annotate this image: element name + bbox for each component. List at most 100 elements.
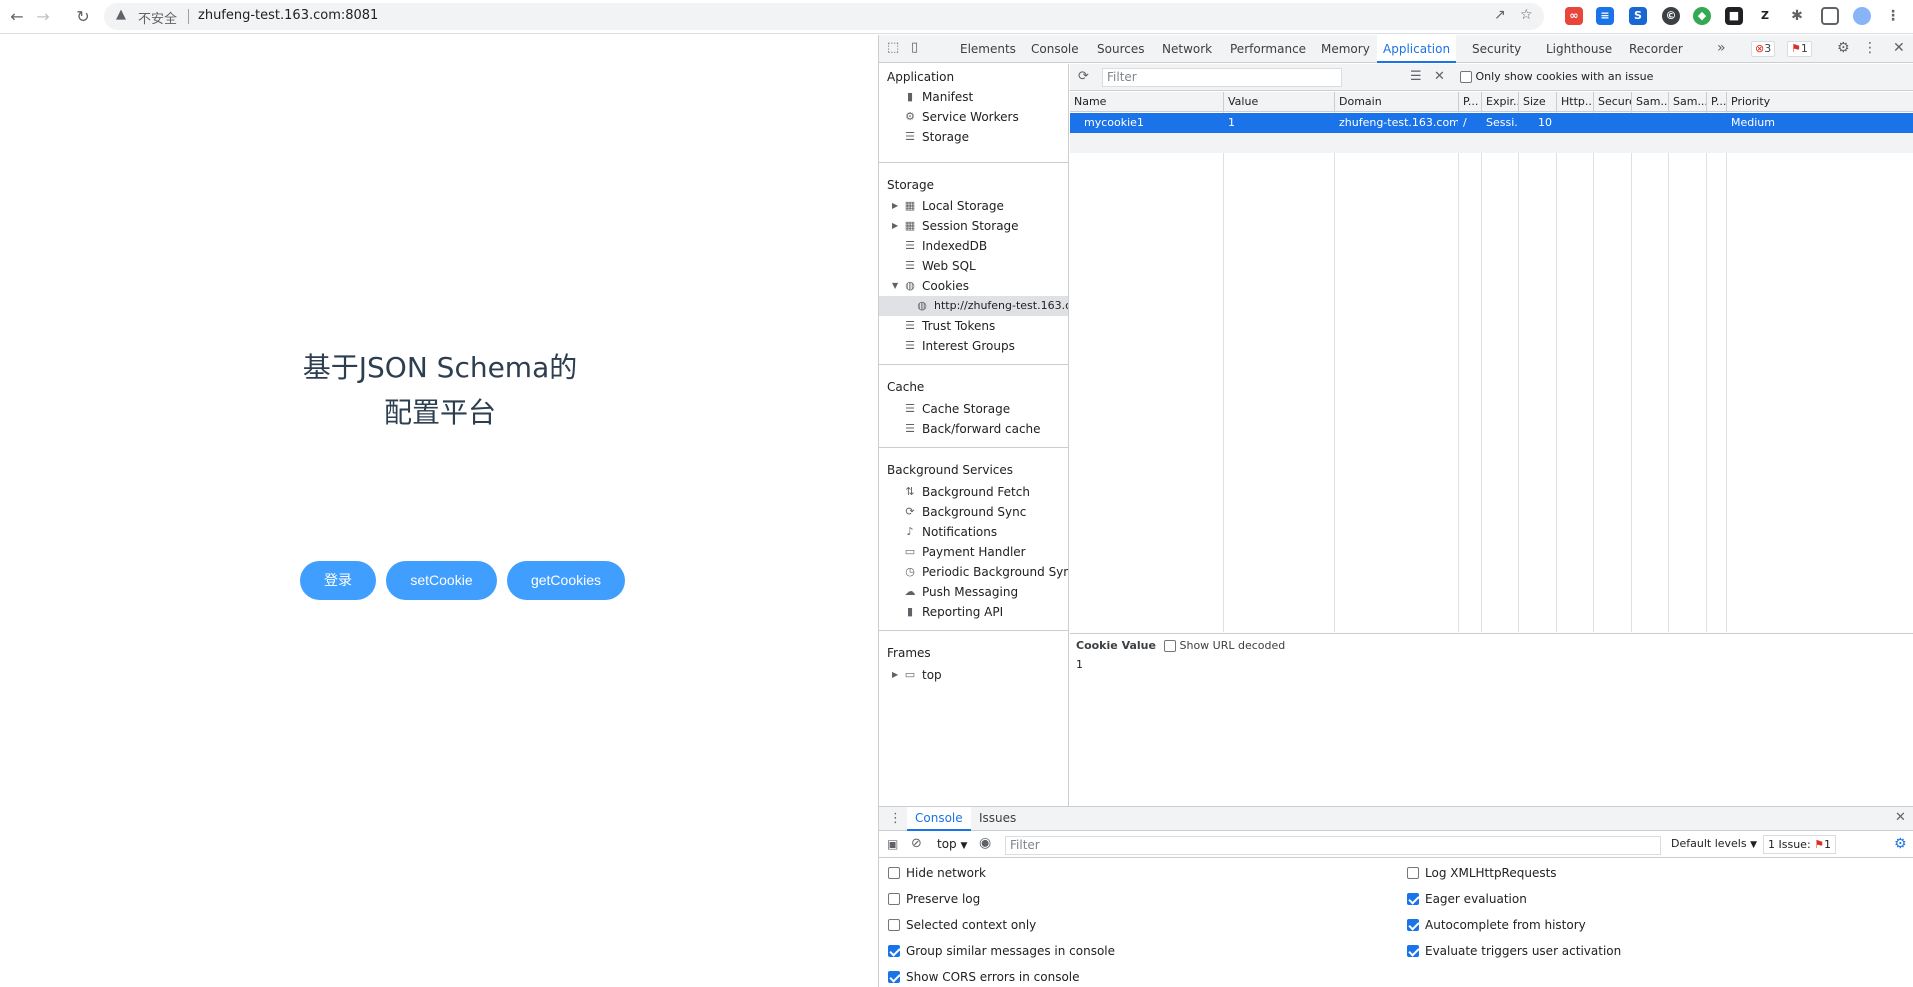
tab-memory[interactable]: Memory — [1321, 35, 1370, 63]
checkbox-box[interactable] — [1407, 918, 1419, 931]
close-devtools-icon[interactable]: ✕ — [1893, 40, 1905, 56]
tab-performance[interactable]: Performance — [1230, 35, 1306, 63]
sidebar-item-background-fetch[interactable]: ⇅ Background Fetch — [879, 482, 1068, 502]
tab-lighthouse[interactable]: Lighthouse — [1546, 35, 1612, 63]
issue-badge[interactable]: ⚑1 — [1787, 41, 1812, 57]
col-secure[interactable]: Secure — [1594, 92, 1632, 112]
cell-priority[interactable]: Medium — [1727, 113, 1827, 133]
refresh-icon[interactable]: ⟳ — [1078, 69, 1089, 84]
col-path[interactable]: P... — [1459, 92, 1482, 112]
get-cookies-button[interactable]: getCookies — [507, 561, 625, 600]
col-samesite[interactable]: Sam... — [1632, 92, 1669, 112]
sidebar-item-cookies[interactable]: ▼ ◍ Cookies — [879, 276, 1068, 296]
bookmark-star-icon[interactable]: ☆ — [1520, 7, 1533, 23]
sidebar-item-notifications[interactable]: ♪ Notifications — [879, 522, 1068, 542]
set-cookie-button[interactable]: setCookie — [386, 561, 497, 600]
share-icon[interactable]: ↗ — [1494, 7, 1506, 23]
sidebar-item-cache-storage[interactable]: ☰ Cache Storage — [879, 399, 1068, 419]
devtools-menu-icon[interactable]: ⋮ — [1863, 40, 1877, 56]
forward-icon[interactable]: → — [32, 6, 54, 28]
col-httponly[interactable]: Http... — [1557, 92, 1594, 112]
drawer-tab-issues[interactable]: Issues — [979, 807, 1016, 831]
cell-domain[interactable]: zhufeng-test.163.com — [1335, 113, 1458, 133]
console-filter-input[interactable]: Filter — [1005, 836, 1661, 855]
extension-icon-5[interactable]: ◆ — [1693, 7, 1711, 25]
drawer-menu-icon[interactable]: ⋮ — [889, 811, 902, 826]
sidebar-item-storage[interactable]: ☰ Storage — [879, 127, 1068, 147]
extension-icon-3[interactable]: S — [1629, 7, 1647, 25]
tab-application[interactable]: Application — [1377, 35, 1457, 63]
col-domain[interactable]: Domain — [1335, 92, 1459, 112]
only-issue-checkbox[interactable]: Only show cookies with an issue — [1460, 70, 1653, 83]
sidebar-item-reporting-api[interactable]: ▮ Reporting API — [879, 602, 1068, 622]
col-name[interactable]: Name — [1070, 92, 1224, 112]
insecure-label[interactable]: 不安全 — [138, 8, 177, 27]
sidebar-item-frame-top[interactable]: ▶ ▭ top — [879, 665, 1068, 685]
error-badge[interactable]: ⊗3 — [1751, 41, 1776, 57]
col-size[interactable]: Size — [1519, 92, 1557, 112]
sidebar-item-indexeddb[interactable]: ☰ IndexedDB — [879, 236, 1068, 256]
back-icon[interactable]: ← — [6, 6, 28, 28]
col-partition[interactable]: P... — [1707, 92, 1727, 112]
sidebar-item-trust-tokens[interactable]: ☰ Trust Tokens — [879, 316, 1068, 336]
address-bar[interactable]: ▲ 不安全 zhufeng-test.163.com:8081 ↗ ☆ — [104, 3, 1544, 30]
sidebar-item-periodic-sync[interactable]: ◷ Periodic Background Sync — [879, 562, 1068, 582]
console-setting-right-0[interactable]: Log XMLHttpRequests — [1407, 864, 1557, 882]
cell-name[interactable]: mycookie1 — [1080, 113, 1220, 133]
sidebar-item-background-sync[interactable]: ⟳ Background Sync — [879, 502, 1068, 522]
login-button[interactable]: 登录 — [300, 561, 376, 600]
console-setting-left-2[interactable]: Selected context only — [888, 916, 1036, 934]
extension-icon-7[interactable]: Z — [1756, 7, 1774, 25]
sidebar-item-payment-handler[interactable]: ▭ Payment Handler — [879, 542, 1068, 562]
expand-arrow-icon[interactable]: ▶ — [892, 665, 898, 685]
col-expires[interactable]: Expir... — [1482, 92, 1519, 112]
checkbox-box[interactable] — [888, 944, 900, 957]
tab-elements[interactable]: Elements — [960, 35, 1016, 63]
checkbox-box[interactable] — [1407, 944, 1419, 957]
clear-filtered-icon[interactable]: ☰ — [1410, 69, 1422, 84]
console-setting-left-3[interactable]: Group similar messages in console — [888, 942, 1115, 960]
tab-console[interactable]: Console — [1031, 35, 1079, 63]
tab-sources[interactable]: Sources — [1097, 35, 1144, 63]
tab-network[interactable]: Network — [1162, 35, 1212, 63]
warning-icon[interactable]: ▲ — [116, 7, 126, 22]
tab-security[interactable]: Security — [1472, 35, 1521, 63]
checkbox-box[interactable] — [888, 970, 900, 983]
sidebar-item-push-messaging[interactable]: ☁ Push Messaging — [879, 582, 1068, 602]
side-panel-icon[interactable] — [1821, 7, 1839, 25]
sidebar-item-web-sql[interactable]: ☰ Web SQL — [879, 256, 1068, 276]
close-drawer-icon[interactable]: ✕ — [1895, 810, 1906, 825]
sidebar-item-manifest[interactable]: ▮ Manifest — [879, 87, 1068, 107]
avatar[interactable] — [1853, 7, 1871, 25]
extensions-puzzle-icon[interactable]: ✱ — [1788, 7, 1806, 25]
extension-icon-6[interactable]: ■ — [1725, 7, 1743, 25]
console-setting-right-3[interactable]: Evaluate triggers user activation — [1407, 942, 1621, 960]
cell-path[interactable]: / — [1459, 113, 1481, 133]
collapse-arrow-icon[interactable]: ▼ — [892, 276, 898, 296]
col-priority[interactable]: Priority — [1727, 92, 1913, 112]
expand-arrow-icon[interactable]: ▶ — [892, 196, 898, 216]
more-tabs-icon[interactable]: » — [1717, 40, 1726, 56]
sidebar-item-interest-groups[interactable]: ☰ Interest Groups — [879, 336, 1068, 356]
sidebar-item-session-storage[interactable]: ▶ ▦ Session Storage — [879, 216, 1068, 236]
sidebar-item-bfcache[interactable]: ☰ Back/forward cache — [879, 419, 1068, 439]
sidebar-toggle-icon[interactable]: ▣ — [887, 837, 898, 851]
cell-expires[interactable]: Sessi... — [1482, 113, 1518, 133]
checkbox-box[interactable] — [1460, 71, 1472, 83]
sidebar-item-service-workers[interactable]: ⚙ Service Workers — [879, 107, 1068, 127]
console-setting-left-4[interactable]: Show CORS errors in console — [888, 968, 1080, 986]
checkbox-box[interactable] — [888, 918, 900, 931]
cookies-filter-input[interactable]: Filter — [1102, 68, 1342, 87]
context-selector[interactable]: top ▼ — [937, 837, 967, 851]
checkbox-box[interactable] — [888, 866, 900, 879]
delete-selected-icon[interactable]: ✕ — [1434, 69, 1445, 84]
issues-counter[interactable]: 1 Issue: ⚑1 — [1763, 835, 1837, 854]
extension-icon-1[interactable]: ∞ — [1565, 7, 1583, 25]
console-setting-left-0[interactable]: Hide network — [888, 864, 986, 882]
console-setting-left-1[interactable]: Preserve log — [888, 890, 980, 908]
show-url-decoded-checkbox[interactable]: Show URL decoded — [1164, 639, 1285, 652]
drawer-tab-console[interactable]: Console — [907, 807, 971, 831]
settings-gear-icon[interactable]: ⚙ — [1837, 40, 1850, 56]
log-levels-dropdown[interactable]: Default levels ▼ — [1671, 837, 1757, 850]
inspect-element-icon[interactable]: ⬚ — [887, 40, 899, 55]
